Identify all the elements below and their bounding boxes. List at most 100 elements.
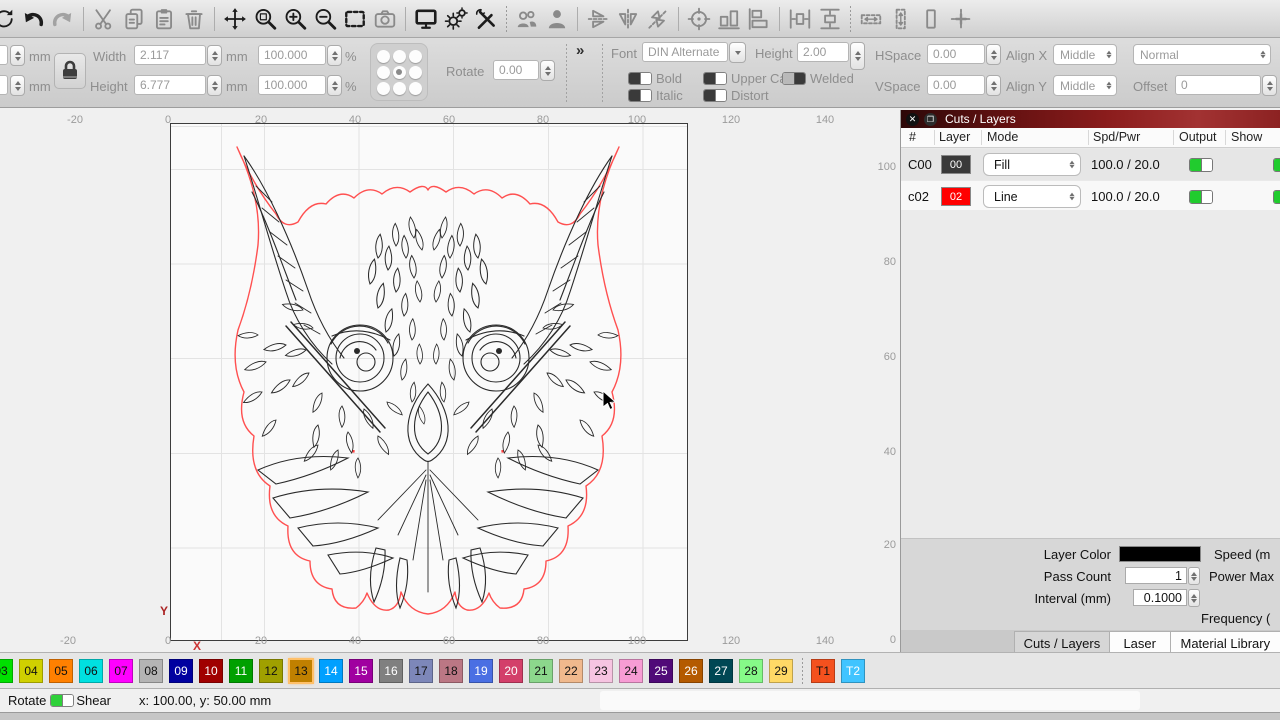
layer-row[interactable]: c02 02 Line 100.0 / 20.0 (901, 181, 1280, 212)
x-pos-field[interactable] (0, 45, 8, 65)
palette-swatch-04[interactable]: 04 (19, 659, 43, 683)
text-height-input[interactable]: 2.00 (797, 42, 849, 62)
text-height-stepper[interactable] (850, 42, 865, 70)
height-scale-stepper[interactable] (327, 75, 342, 96)
offset-input[interactable]: 0 (1175, 75, 1261, 95)
output-toggle[interactable] (1189, 190, 1213, 204)
camera-icon[interactable] (370, 3, 400, 35)
palette-swatch-12[interactable]: 12 (259, 659, 283, 683)
same-height-icon[interactable] (886, 3, 916, 35)
palette-swatch-22[interactable]: 22 (559, 659, 583, 683)
distribute-h-icon[interactable] (785, 3, 815, 35)
paste-icon[interactable] (149, 3, 179, 35)
welded-toggle[interactable]: Welded (782, 71, 854, 86)
palette-swatch-08[interactable]: 08 (139, 659, 163, 683)
layer-color-value[interactable] (1119, 546, 1201, 562)
distort-toggle[interactable]: Distort (703, 88, 769, 103)
vspace-input[interactable]: 0.00 (927, 75, 985, 95)
palette-swatch-T1[interactable]: T1 (811, 659, 835, 683)
palette-swatch-T2[interactable]: T2 (841, 659, 865, 683)
palette-swatch-15[interactable]: 15 (349, 659, 373, 683)
redo-icon[interactable] (48, 3, 78, 35)
delete-icon[interactable] (179, 3, 209, 35)
close-icon[interactable]: ✕ (906, 113, 919, 126)
height-scale-input[interactable]: 100.000 (258, 75, 326, 95)
flip-horizontal-icon[interactable] (613, 3, 643, 35)
preview-icon[interactable] (411, 3, 441, 35)
width-stepper[interactable] (207, 45, 222, 66)
width-scale-stepper[interactable] (327, 45, 342, 66)
layer-color-swatch[interactable]: 00 (941, 155, 971, 174)
palette-swatch-14[interactable]: 14 (319, 659, 343, 683)
offset-stepper[interactable] (1262, 75, 1277, 96)
anchor-point-grid[interactable] (370, 43, 428, 101)
rotate-input[interactable]: 0.00 (493, 60, 539, 80)
mirror-icon[interactable] (643, 3, 673, 35)
cut-icon[interactable] (89, 3, 119, 35)
font-select-arrow[interactable] (729, 42, 746, 63)
palette-swatch-20[interactable]: 20 (499, 659, 523, 683)
pass-count-stepper[interactable] (1188, 567, 1200, 585)
hspace-input[interactable]: 0.00 (927, 44, 985, 64)
palette-swatch-13[interactable]: 13 (289, 659, 313, 683)
palette-swatch-28[interactable]: 28 (739, 659, 763, 683)
snap-icon[interactable] (946, 3, 976, 35)
interval-input[interactable]: 0.1000 (1133, 589, 1187, 606)
palette-swatch-26[interactable]: 26 (679, 659, 703, 683)
x-pos-stepper[interactable] (10, 45, 25, 66)
rotate-shear-toggle[interactable] (50, 694, 74, 707)
same-size-icon[interactable] (916, 3, 946, 35)
palette-swatch-21[interactable]: 21 (529, 659, 553, 683)
height-input[interactable]: 6.777 (134, 75, 206, 95)
more-tools-chevron[interactable]: » (576, 42, 584, 59)
palette-swatch-17[interactable]: 17 (409, 659, 433, 683)
align-v-icon[interactable] (744, 3, 774, 35)
palette-swatch-25[interactable]: 25 (649, 659, 673, 683)
palette-swatch-18[interactable]: 18 (439, 659, 463, 683)
panel-titlebar[interactable]: ✕ ❐ Cuts / Layers (901, 110, 1280, 128)
show-toggle[interactable] (1273, 190, 1280, 204)
palette-swatch-19[interactable]: 19 (469, 659, 493, 683)
same-width-icon[interactable] (856, 3, 886, 35)
align-h-icon[interactable] (714, 3, 744, 35)
undo-icon[interactable] (18, 3, 48, 35)
sync-icon[interactable] (0, 3, 18, 35)
palette-swatch-07[interactable]: 07 (109, 659, 133, 683)
copy-icon[interactable] (119, 3, 149, 35)
palette-swatch-09[interactable]: 09 (169, 659, 193, 683)
text-style-select[interactable]: Normal (1133, 44, 1271, 65)
frame-selection-icon[interactable] (340, 3, 370, 35)
zoom-in-icon[interactable] (280, 3, 310, 35)
hspace-stepper[interactable] (986, 44, 1001, 65)
layer-color-swatch[interactable]: 02 (941, 187, 971, 206)
palette-swatch-23[interactable]: 23 (589, 659, 613, 683)
layer-mode-select[interactable]: Fill (983, 153, 1081, 176)
flip-vertical-icon[interactable] (583, 3, 613, 35)
palette-swatch-06[interactable]: 06 (79, 659, 103, 683)
pan-icon[interactable] (220, 3, 250, 35)
italic-toggle[interactable]: Italic (628, 88, 683, 103)
palette-swatch-16[interactable]: 16 (379, 659, 403, 683)
lock-aspect-button[interactable] (54, 53, 86, 89)
y-pos-stepper[interactable] (10, 75, 25, 96)
bold-toggle[interactable]: Bold (628, 71, 682, 86)
width-scale-input[interactable]: 100.000 (258, 45, 326, 65)
focus-icon[interactable] (684, 3, 714, 35)
width-input[interactable]: 2.117 (134, 45, 206, 65)
y-pos-field[interactable] (0, 75, 8, 95)
height-stepper[interactable] (207, 75, 222, 96)
palette-swatch-24[interactable]: 24 (619, 659, 643, 683)
output-toggle[interactable] (1189, 158, 1213, 172)
align-y-select[interactable]: Middle (1053, 75, 1117, 96)
zoom-out-icon[interactable] (310, 3, 340, 35)
owl-design[interactable] (228, 140, 628, 618)
layer-row[interactable]: C00 00 Fill 100.0 / 20.0 (901, 149, 1280, 180)
vspace-stepper[interactable] (986, 75, 1001, 96)
palette-swatch-03[interactable]: 03 (0, 659, 13, 683)
pass-count-input[interactable]: 1 (1125, 567, 1187, 584)
distribute-v-icon[interactable] (815, 3, 845, 35)
show-toggle[interactable] (1273, 158, 1280, 172)
palette-swatch-27[interactable]: 27 (709, 659, 733, 683)
palette-swatch-29[interactable]: 29 (769, 659, 793, 683)
user-icon[interactable] (542, 3, 572, 35)
